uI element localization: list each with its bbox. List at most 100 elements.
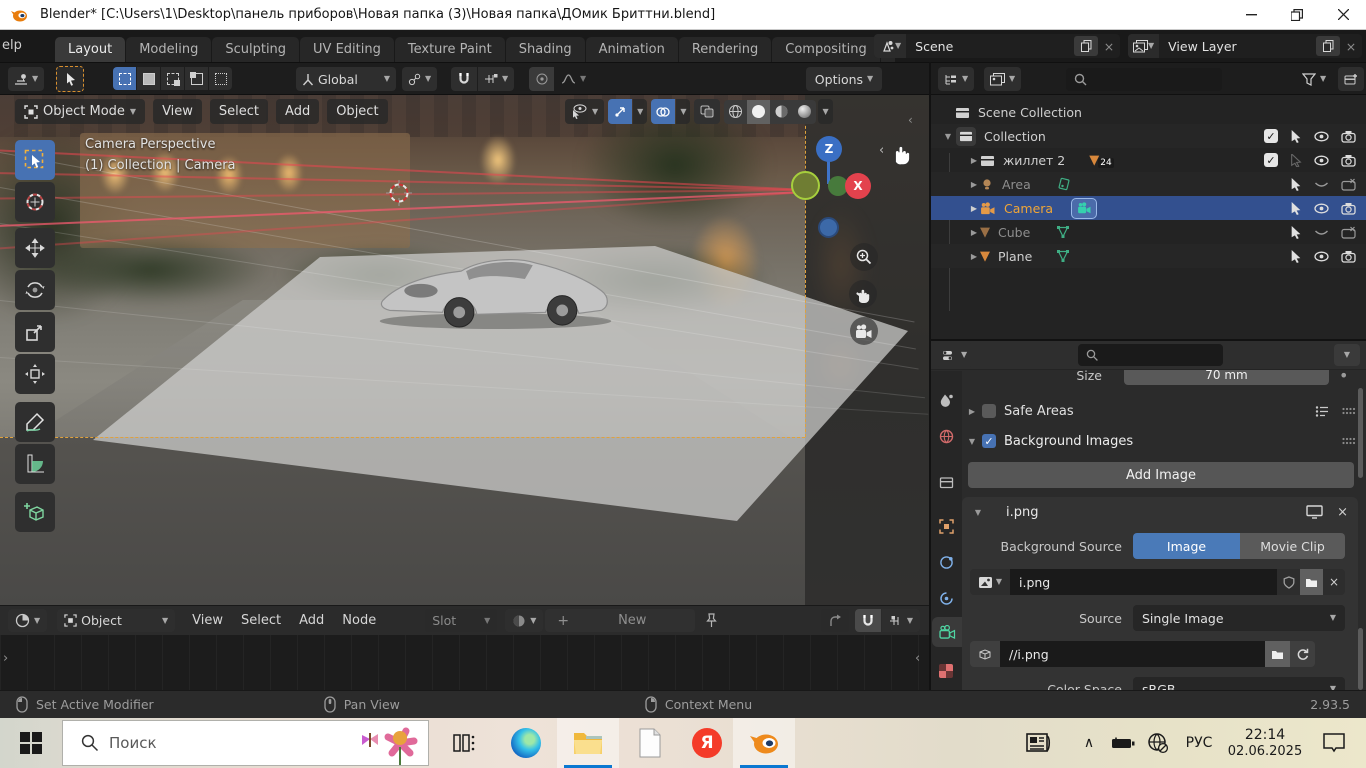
battery-icon[interactable] bbox=[1106, 718, 1140, 768]
hide-eye-closed-icon[interactable] bbox=[1314, 227, 1329, 238]
properties-options-dropdown[interactable]: ▼ bbox=[1334, 344, 1360, 366]
shader-editor-type-icon[interactable]: ▼ bbox=[8, 609, 47, 632]
background-images-panel-header[interactable]: ▼ ✓ Background Images bbox=[966, 428, 1358, 454]
restore-button[interactable] bbox=[1274, 0, 1320, 29]
hide-eye-open-icon[interactable] bbox=[1314, 155, 1329, 166]
expand-icon[interactable]: ▶ bbox=[968, 180, 980, 189]
safe-areas-checkbox[interactable] bbox=[982, 404, 996, 418]
collapse-icon[interactable]: ▼ bbox=[972, 508, 984, 517]
gizmo-axis-z[interactable]: Z bbox=[816, 136, 842, 162]
region-expand-arrow-left[interactable]: › bbox=[3, 651, 8, 666]
proportional-falloff-dropdown[interactable]: ▼ bbox=[555, 67, 592, 91]
search-placeholder[interactable]: Поиск bbox=[109, 734, 157, 752]
shader-node-canvas[interactable]: › ‹ bbox=[0, 635, 930, 690]
tool-scale-icon[interactable] bbox=[15, 312, 55, 352]
properties-editor-type-icon[interactable]: ▼ bbox=[936, 343, 973, 367]
tray-chevron-icon[interactable]: ∧ bbox=[1072, 718, 1106, 768]
node-snap-target-dropdown[interactable]: ▼ bbox=[882, 609, 920, 632]
expand-icon[interactable]: ▶ bbox=[968, 156, 980, 165]
outliner-item-label[interactable]: Scene Collection bbox=[978, 105, 1082, 120]
task-view-button[interactable] bbox=[433, 718, 495, 768]
outliner-row-jillet[interactable]: ▶ жиллет 2 ▼ 24 ✓ bbox=[930, 148, 1366, 172]
select-visibility-dropdown[interactable]: ▼ bbox=[565, 99, 604, 124]
pivot-point-dropdown[interactable]: ▼ bbox=[402, 67, 437, 91]
scene-name[interactable]: Scene bbox=[906, 39, 1074, 54]
notepad-taskbar-icon[interactable] bbox=[619, 718, 681, 768]
browse-filepath-folder-icon[interactable] bbox=[1265, 641, 1290, 667]
selectable-pointer-icon[interactable] bbox=[1290, 130, 1302, 143]
selectable-pointer-icon-dim[interactable] bbox=[1290, 154, 1302, 167]
select-mode-intersect-icon[interactable] bbox=[209, 67, 232, 90]
gizmo-axis-x[interactable]: X bbox=[845, 173, 871, 199]
tab-shading[interactable]: Shading bbox=[506, 37, 585, 62]
widgets-news-icon[interactable] bbox=[1013, 718, 1065, 768]
shader-menu-node[interactable]: Node bbox=[333, 613, 385, 628]
tab-texture-properties[interactable] bbox=[930, 656, 962, 686]
tool-select-box-icon[interactable] bbox=[15, 140, 55, 180]
drag-grip-icon[interactable] bbox=[1342, 437, 1356, 445]
hide-eye-closed-icon[interactable] bbox=[1314, 179, 1329, 190]
outliner-row-camera[interactable]: ▶ Camera bbox=[930, 196, 1366, 220]
tool-settings-editor-icon[interactable]: ▼ bbox=[8, 67, 44, 91]
editor-divider-horizontal[interactable] bbox=[930, 339, 1366, 341]
render-camera-icon[interactable] bbox=[1341, 154, 1356, 167]
active-tool-preview[interactable] bbox=[56, 66, 84, 92]
snap-target-dropdown[interactable]: ▼ bbox=[478, 67, 514, 91]
tool-transform-icon[interactable] bbox=[15, 354, 55, 394]
new-collection-icon[interactable] bbox=[1338, 67, 1364, 91]
render-camera-icon[interactable] bbox=[1341, 130, 1356, 143]
browse-image-folder-icon[interactable] bbox=[1300, 569, 1323, 595]
color-space-dropdown[interactable]: sRGB▼ bbox=[1133, 677, 1345, 690]
zoom-view-icon[interactable] bbox=[850, 243, 878, 271]
source-movie-clip-button[interactable]: Movie Clip bbox=[1240, 533, 1345, 559]
tool-annotate-icon[interactable] bbox=[15, 402, 55, 442]
tab-uv-editing[interactable]: UV Editing bbox=[300, 37, 394, 62]
tab-layout[interactable]: Layout bbox=[55, 37, 125, 62]
snap-toggle-magnet-icon[interactable] bbox=[451, 67, 477, 91]
tool-rotate-icon[interactable] bbox=[15, 270, 55, 310]
remove-view-layer-icon[interactable]: × bbox=[1340, 39, 1362, 54]
outliner-row-area[interactable]: ▶ Area bbox=[930, 172, 1366, 196]
gizmo-toggle-icon[interactable] bbox=[608, 99, 632, 124]
image-name-field[interactable]: i.png bbox=[1010, 569, 1277, 595]
proportional-editing-icon[interactable] bbox=[529, 67, 554, 91]
properties-scrollbar-top[interactable] bbox=[1358, 388, 1363, 478]
select-mode-extend-icon[interactable] bbox=[137, 67, 160, 90]
explorer-taskbar-icon[interactable] bbox=[557, 718, 619, 768]
menu-object[interactable]: Object bbox=[327, 99, 387, 124]
options-dropdown[interactable]: Options▼ bbox=[806, 67, 882, 91]
gizmo-axis-y-negative[interactable] bbox=[791, 171, 820, 200]
view-layer-name[interactable]: View Layer bbox=[1159, 39, 1316, 54]
outliner-search-input[interactable] bbox=[1066, 68, 1222, 91]
minimize-button[interactable] bbox=[1228, 0, 1274, 29]
menu-add[interactable]: Add bbox=[276, 99, 319, 124]
action-center-icon[interactable] bbox=[1312, 718, 1356, 768]
editor-divider-vertical[interactable] bbox=[929, 62, 931, 690]
edge-taskbar-icon[interactable] bbox=[495, 718, 557, 768]
viewport-3d[interactable]: Object Mode▼ View Select Add Object ▼ ▼ … bbox=[0, 95, 930, 605]
tab-object-properties[interactable] bbox=[930, 511, 962, 541]
selectable-pointer-icon[interactable] bbox=[1290, 202, 1302, 215]
outliner-item-label[interactable]: жиллет 2 bbox=[1003, 153, 1065, 168]
shading-solid-icon[interactable] bbox=[747, 100, 770, 124]
shader-menu-select[interactable]: Select bbox=[232, 613, 290, 628]
outliner-row-cube[interactable]: ▶ ▼ Cube bbox=[930, 220, 1366, 244]
clock[interactable]: 22:14 02.06.2025 bbox=[1222, 718, 1308, 768]
language-indicator[interactable]: РУС bbox=[1176, 718, 1222, 768]
tab-sculpting[interactable]: Sculpting bbox=[212, 37, 299, 62]
shader-menu-add[interactable]: Add bbox=[290, 613, 333, 628]
tool-add-cube-icon[interactable] bbox=[15, 492, 55, 532]
safe-areas-panel-header[interactable]: ▶ Safe Areas bbox=[966, 398, 1358, 424]
hide-eye-open-icon[interactable] bbox=[1314, 203, 1329, 214]
menu-help-partial[interactable]: elp bbox=[2, 38, 22, 53]
outliner-item-label-active[interactable]: Camera bbox=[1004, 201, 1053, 216]
parent-node-back-icon[interactable] bbox=[821, 609, 849, 632]
selectable-pointer-icon[interactable] bbox=[1290, 178, 1302, 191]
render-camera-icon[interactable] bbox=[1341, 250, 1356, 263]
scene-selector[interactable]: ▼ Scene × bbox=[874, 34, 1120, 58]
hide-eye-open-icon[interactable] bbox=[1314, 131, 1329, 142]
select-mode-invert-icon[interactable] bbox=[185, 67, 208, 90]
source-image-button[interactable]: Image bbox=[1133, 533, 1240, 559]
overlays-dropdown[interactable]: ▼ bbox=[676, 99, 690, 124]
select-mode-new-icon[interactable] bbox=[113, 67, 136, 90]
